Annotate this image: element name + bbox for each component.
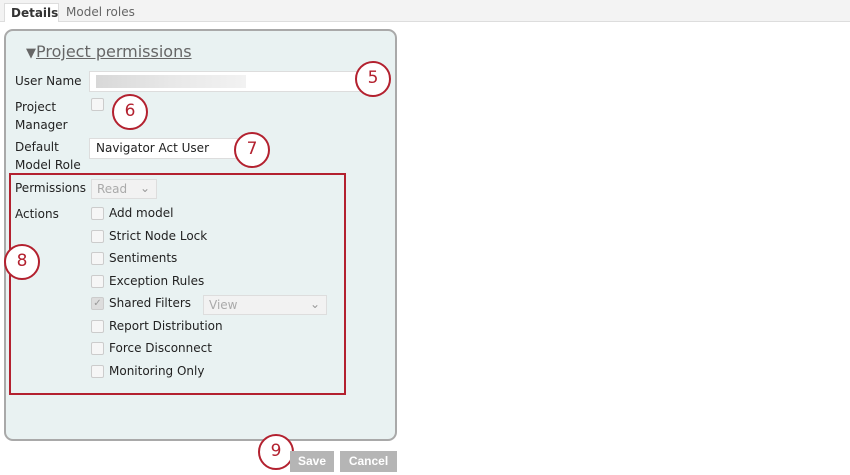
callout-8: 8 [4,244,40,280]
shared-filters-select[interactable]: View ⌄ [203,295,327,315]
cancel-button[interactable]: Cancel [340,451,397,472]
chevron-down-icon: ⌄ [139,181,150,195]
action-checkbox[interactable] [91,230,104,243]
default-role-input[interactable]: Navigator Act User [89,138,251,159]
project-manager-label-2: Manager [15,118,68,132]
chevron-down-icon: ⌄ [309,297,320,311]
action-checkbox[interactable] [91,320,104,333]
callout-9: 9 [258,434,294,470]
shared-filters-value: View [209,298,238,312]
action-checkbox[interactable] [91,207,104,220]
action-checkbox[interactable] [91,342,104,355]
action-label: Exception Rules [109,274,205,288]
user-name-label: User Name [15,74,82,88]
default-role-label-1: Default [15,140,59,154]
actions-label: Actions [15,207,59,221]
action-label: Monitoring Only [109,364,205,378]
tab-details[interactable]: Details [4,3,59,22]
section-title: Project permissions [36,42,192,61]
action-checkbox[interactable] [91,365,104,378]
action-checkbox[interactable] [91,252,104,265]
triangle-down-icon: ▼ [26,46,36,61]
action-label: Shared Filters [109,296,192,310]
permissions-value: Read [97,182,128,196]
callout-7: 7 [234,132,270,168]
action-label: Sentiments [109,251,178,265]
permissions-label: Permissions [15,181,86,195]
action-label: Report Distribution [109,319,223,333]
action-label: Add model [109,206,174,220]
save-button[interactable]: Save [290,451,334,472]
default-role-label-2: Model Role [15,158,81,172]
action-label: Force Disconnect [109,341,212,355]
action-label: Strict Node Lock [109,229,208,243]
section-toggle[interactable]: ▼Project permissions [26,42,192,61]
action-checkbox[interactable]: ✓ [91,297,104,310]
callout-6: 6 [112,94,148,130]
project-manager-checkbox[interactable] [91,98,104,111]
tab-model-roles[interactable]: Model roles [60,3,141,22]
action-checkbox[interactable] [91,275,104,288]
callout-5: 5 [355,61,391,97]
project-manager-label-1: Project [15,100,57,114]
permissions-select[interactable]: Read ⌄ [91,179,157,199]
user-name-redacted [96,75,246,88]
